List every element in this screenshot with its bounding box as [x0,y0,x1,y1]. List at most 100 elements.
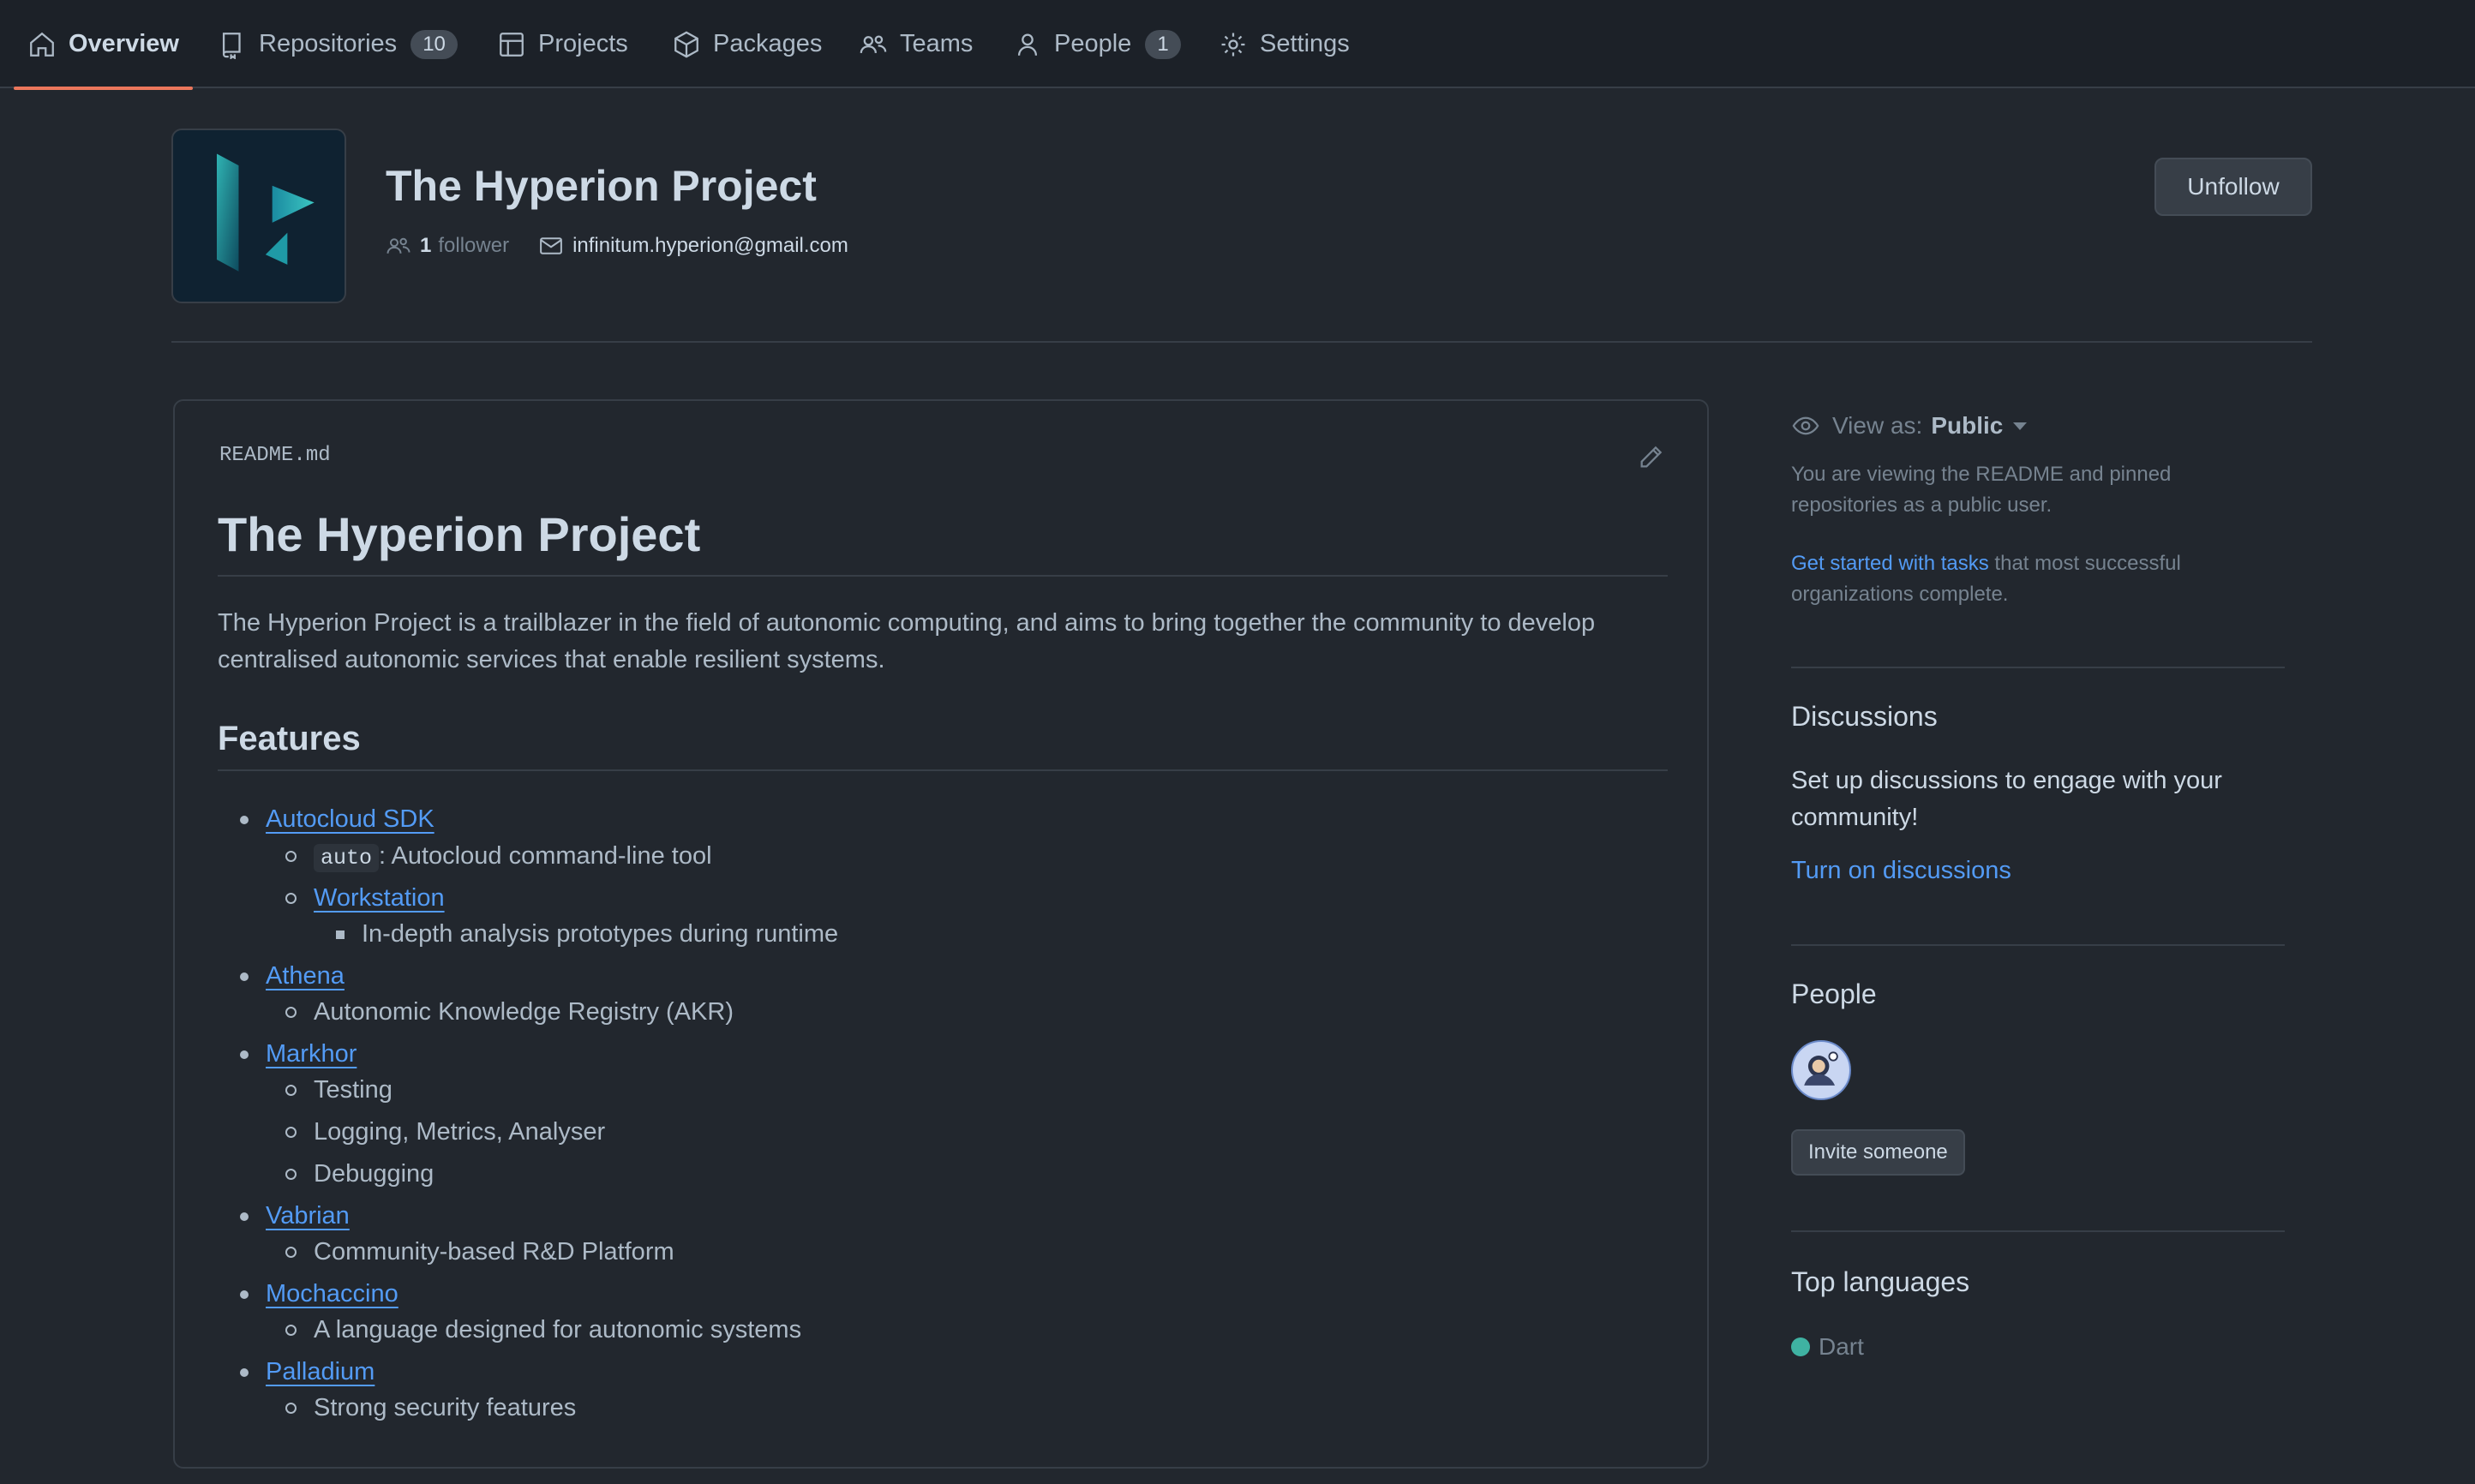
list-item: Autocloud SDK [240,802,434,836]
sidebar-divider [1791,667,2285,668]
sidebar-divider [1791,1230,2285,1232]
org-name: The Hyperion Project [386,162,817,210]
people-heading: People [1791,978,1877,1009]
bullet [240,1290,249,1299]
org-avatar [171,129,346,303]
list-item-text: : Autocloud command-line tool [379,842,712,870]
get-started-tasks-link[interactable]: Get started with tasks [1791,552,1989,575]
view-as-dropdown[interactable]: View as: Public [1791,411,2028,440]
tab-settings-label: Settings [1260,30,1350,57]
bullet [285,1127,297,1138]
bullet [240,816,249,824]
tab-packages[interactable]: Packages [672,0,822,88]
list-item: Logging, Metrics, Analyser [285,1115,606,1149]
tab-people-label: People [1054,30,1132,57]
bullet [285,1403,297,1414]
org-nav: Overview Repositories 10 Projects Packag… [0,0,2475,90]
workstation-link[interactable]: Workstation [314,884,445,912]
hyperion-logo-icon [216,153,315,272]
tab-packages-label: Packages [713,30,823,57]
bullet [285,851,297,862]
athena-link[interactable]: Athena [266,962,345,990]
followers-count: 1 [420,234,432,257]
bullet [240,1368,249,1377]
features-list: Autocloud SDK auto: Autocloud command-li… [175,401,1707,1467]
list-item: Autonomic Knowledge Registry (AKR) [285,995,734,1029]
person-icon [1013,30,1042,59]
org-meta: 1 follower infinitum.hyperion@gmail.com [386,233,878,259]
list-item: Markhor [240,1037,357,1071]
bullet [240,972,249,981]
list-item: Vabrian [240,1199,350,1233]
invite-someone-button[interactable]: Invite someone [1791,1129,1965,1176]
language-color-dot [1791,1337,1810,1356]
bullet [285,1169,297,1180]
tab-repositories-label: Repositories [259,30,398,57]
home-icon [27,30,57,59]
list-item: Debugging [285,1157,434,1191]
tab-repositories[interactable]: Repositories 10 [218,0,458,88]
eye-icon [1792,416,1819,435]
tab-settings[interactable]: Settings [1219,0,1350,88]
readme-card: README.md The Hyperion Project The Hyper… [173,399,1709,1469]
inline-code: auto [314,844,380,872]
bullet [285,1247,297,1258]
bullet [240,1050,249,1059]
tab-teams-label: Teams [900,30,974,57]
discussions-heading: Discussions [1791,701,1938,732]
tab-projects[interactable]: Projects [497,0,628,88]
list-item: Community-based R&D Platform [285,1235,674,1269]
language-item[interactable]: Dart [1791,1333,1864,1361]
bullet [285,893,297,904]
list-item: Athena [240,959,345,993]
list-item-text: Strong security features [314,1394,577,1421]
list-item-text: Debugging [314,1160,434,1188]
people-icon [387,237,411,254]
list-item-text: In-depth analysis prototypes during runt… [362,920,839,948]
email-text: infinitum.hyperion@gmail.com [572,234,848,257]
view-as-value: Public [1931,412,2004,439]
gear-icon [1219,30,1248,59]
tab-projects-label: Projects [538,30,628,57]
autocloud-sdk-link[interactable]: Autocloud SDK [266,805,434,833]
vabrian-link[interactable]: Vabrian [266,1202,350,1230]
list-item-text: Autonomic Knowledge Registry (AKR) [314,998,734,1026]
bullet [285,1085,297,1096]
followers-label: follower [438,234,510,257]
list-item: auto: Autocloud command-line tool [285,839,712,876]
member-avatar[interactable] [1791,1040,1851,1100]
unfollow-button[interactable]: Unfollow [2154,158,2312,216]
tasks-note: Get started with tasks that most success… [1791,548,2271,610]
bullet [240,1212,249,1221]
discussions-text: Set up discussions to engage with your c… [1791,767,2222,831]
view-as-note: You are viewing the README and pinned re… [1791,463,2172,517]
list-item: Testing [285,1073,393,1107]
list-item: Palladium [240,1355,375,1389]
table-icon [497,30,526,59]
package-icon [672,30,701,59]
list-item: Mochaccino [240,1277,399,1311]
sidebar-divider [1791,944,2285,946]
list-item: Workstation [285,881,445,915]
bullet [285,1007,297,1018]
list-item: In-depth analysis prototypes during runt… [336,917,839,951]
tab-teams[interactable]: Teams [859,0,973,88]
tab-overview-label: Overview [69,30,179,57]
top-languages-heading: Top languages [1791,1266,1970,1297]
caret-down-icon [2013,422,2028,430]
tab-people[interactable]: People 1 [1013,0,1181,88]
palladium-link[interactable]: Palladium [266,1358,375,1385]
list-item-text: A language designed for autonomic system… [314,1316,802,1343]
list-item-text: Logging, Metrics, Analyser [314,1118,606,1146]
language-name: Dart [1819,1333,1864,1360]
mail-icon [540,237,562,254]
org-email[interactable]: infinitum.hyperion@gmail.com [538,233,848,259]
list-item-text: Community-based R&D Platform [314,1238,674,1266]
repositories-count-badge: 10 [411,29,458,59]
people-icon [859,30,888,59]
followers-link[interactable]: 1 follower [386,233,509,259]
mochaccino-link[interactable]: Mochaccino [266,1280,399,1307]
tab-overview[interactable]: Overview [14,0,193,90]
markhor-link[interactable]: Markhor [266,1040,357,1068]
turn-on-discussions-link[interactable]: Turn on discussions [1791,857,2011,885]
